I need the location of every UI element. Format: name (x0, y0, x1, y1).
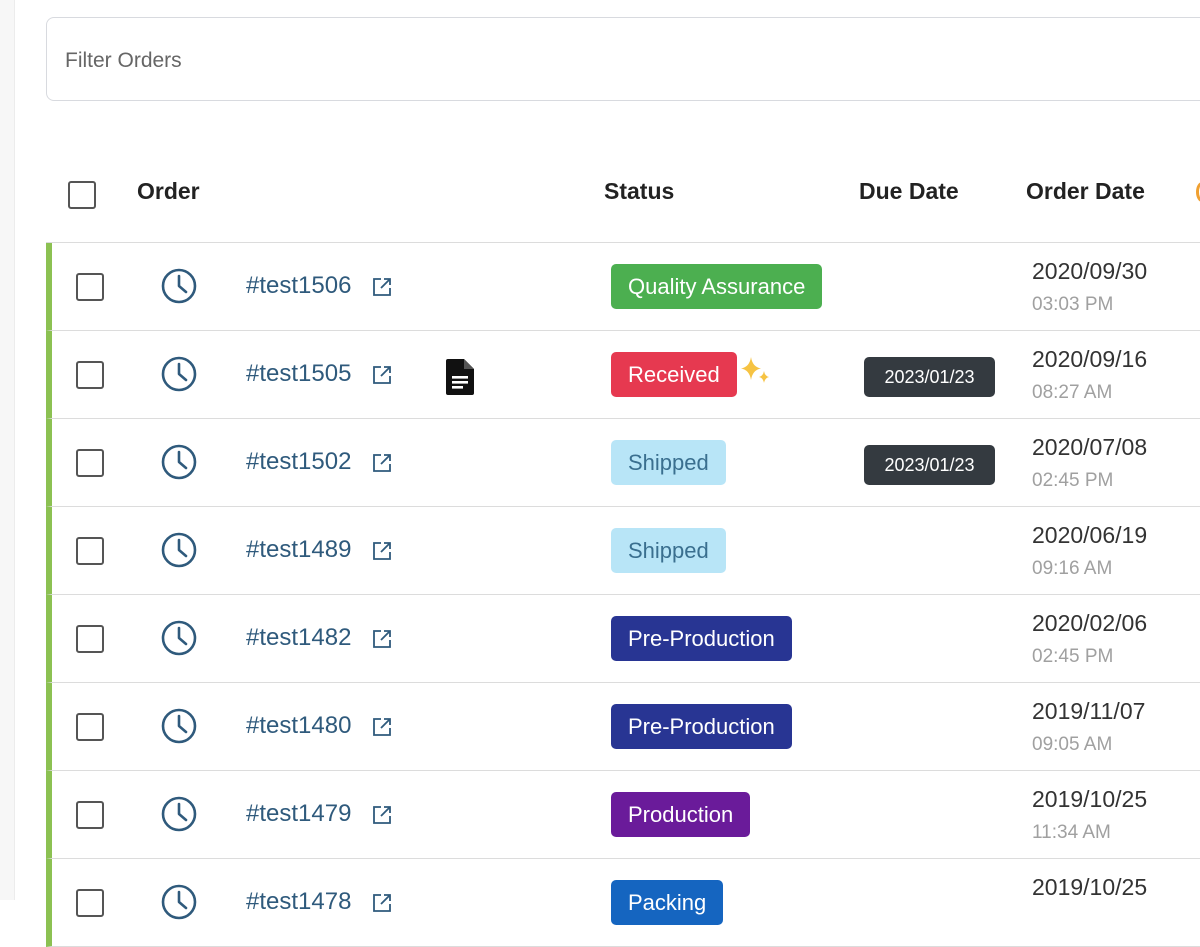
order-number-link[interactable]: #test1479 (246, 800, 351, 828)
order-time: 02:45 PM (1032, 646, 1114, 667)
order-date: 2019/11/07 (1032, 698, 1146, 724)
row-select-checkbox[interactable] (76, 625, 104, 653)
order-date: 2020/06/19 (1032, 522, 1148, 548)
filter-orders-box[interactable] (46, 17, 1200, 104)
order-date: 2019/10/25 (1032, 874, 1148, 900)
clock-icon[interactable] (160, 883, 198, 921)
order-time: 03:03 PM (1032, 294, 1114, 315)
page-left-edge (0, 0, 15, 900)
table-row[interactable]: #test1506 Quality Assurance 2020/09/30 03:0… (46, 243, 1200, 331)
column-header-order-date[interactable]: Order Date (1026, 178, 1145, 205)
table-header: Order Status Due Date Order Date (46, 148, 1200, 242)
status-badge[interactable]: Pre-Production (611, 704, 792, 749)
order-number-link[interactable]: #test1505 (246, 360, 351, 388)
clock-icon[interactable] (160, 355, 198, 393)
status-badge[interactable]: Production (611, 792, 751, 837)
row-select-checkbox[interactable] (76, 801, 104, 829)
order-number-link[interactable]: #test1482 (246, 624, 351, 652)
order-time: 08:27 AM (1032, 382, 1113, 403)
column-header-order[interactable]: Order (137, 178, 200, 205)
table-row[interactable]: #test1478 Packing 2019/10/25 (46, 859, 1200, 947)
external-link-icon[interactable] (372, 717, 392, 737)
clock-icon[interactable] (160, 531, 198, 569)
status-badge[interactable]: Packing (611, 880, 724, 925)
order-date: 2019/10/25 (1032, 786, 1148, 812)
row-select-checkbox[interactable] (76, 449, 104, 477)
order-number-link[interactable]: #test1489 (246, 536, 351, 564)
order-time: 02:45 PM (1032, 470, 1114, 491)
filter-orders-input[interactable] (63, 18, 967, 104)
table-row[interactable]: #test1502 Shipped 2023/01/23 2020/07/08 02:4… (46, 419, 1200, 507)
status-badge[interactable]: Quality Assurance (611, 264, 823, 309)
row-select-checkbox[interactable] (76, 713, 104, 741)
clock-icon[interactable] (160, 267, 198, 305)
clock-icon[interactable] (160, 443, 198, 481)
status-badge[interactable]: Pre-Production (611, 616, 792, 661)
external-link-icon[interactable] (372, 453, 392, 473)
external-link-icon[interactable] (372, 541, 392, 561)
order-date: 2020/09/30 (1032, 258, 1148, 284)
order-time: 11:34 AM (1032, 822, 1111, 843)
external-link-icon[interactable] (372, 629, 392, 649)
row-select-checkbox[interactable] (76, 889, 104, 917)
row-select-checkbox[interactable] (76, 273, 104, 301)
row-select-checkbox[interactable] (76, 537, 104, 565)
external-link-icon[interactable] (372, 365, 392, 385)
table-row[interactable]: #test1505 Received 2023/01/23 2020/09/16 08:… (46, 331, 1200, 419)
order-number-link[interactable]: #test1478 (246, 888, 351, 916)
column-header-status[interactable]: Status (604, 178, 674, 205)
order-time: 09:16 AM (1032, 558, 1113, 579)
clock-icon[interactable] (160, 707, 198, 745)
select-all-checkbox[interactable] (68, 181, 96, 209)
clock-icon[interactable] (160, 619, 198, 657)
external-link-icon[interactable] (372, 893, 392, 913)
due-date-badge: 2023/01/23 (864, 445, 995, 485)
order-time: 09:05 AM (1032, 734, 1113, 755)
table-row[interactable]: #test1480 Pre-Production 2019/11/07 09:05 A… (46, 683, 1200, 771)
status-badge[interactable]: Shipped (611, 528, 726, 573)
table-row[interactable]: #test1479 Production 2019/10/25 11:34 AM (46, 771, 1200, 859)
document-icon[interactable] (444, 358, 476, 396)
external-link-icon[interactable] (372, 805, 392, 825)
order-number-link[interactable]: #test1502 (246, 448, 351, 476)
row-select-checkbox[interactable] (76, 361, 104, 389)
sparkle-icon (741, 357, 769, 383)
order-date: 2020/09/16 (1032, 346, 1148, 372)
table-row[interactable]: #test1482 Pre-Production 2020/02/06 02:45 P… (46, 595, 1200, 683)
status-badge[interactable]: Shipped (611, 440, 726, 485)
order-date: 2020/07/08 (1032, 434, 1148, 460)
external-link-icon[interactable] (372, 277, 392, 297)
status-badge[interactable]: Received (611, 352, 737, 397)
due-date-badge: 2023/01/23 (864, 357, 995, 397)
table-row[interactable]: #test1489 Shipped 2020/06/19 09:16 AM (46, 507, 1200, 595)
order-date: 2020/02/06 (1032, 610, 1148, 636)
column-header-due-date[interactable]: Due Date (859, 178, 959, 205)
order-number-link[interactable]: #test1480 (246, 712, 351, 740)
clock-icon[interactable] (160, 795, 198, 833)
order-number-link[interactable]: #test1506 (246, 272, 351, 300)
